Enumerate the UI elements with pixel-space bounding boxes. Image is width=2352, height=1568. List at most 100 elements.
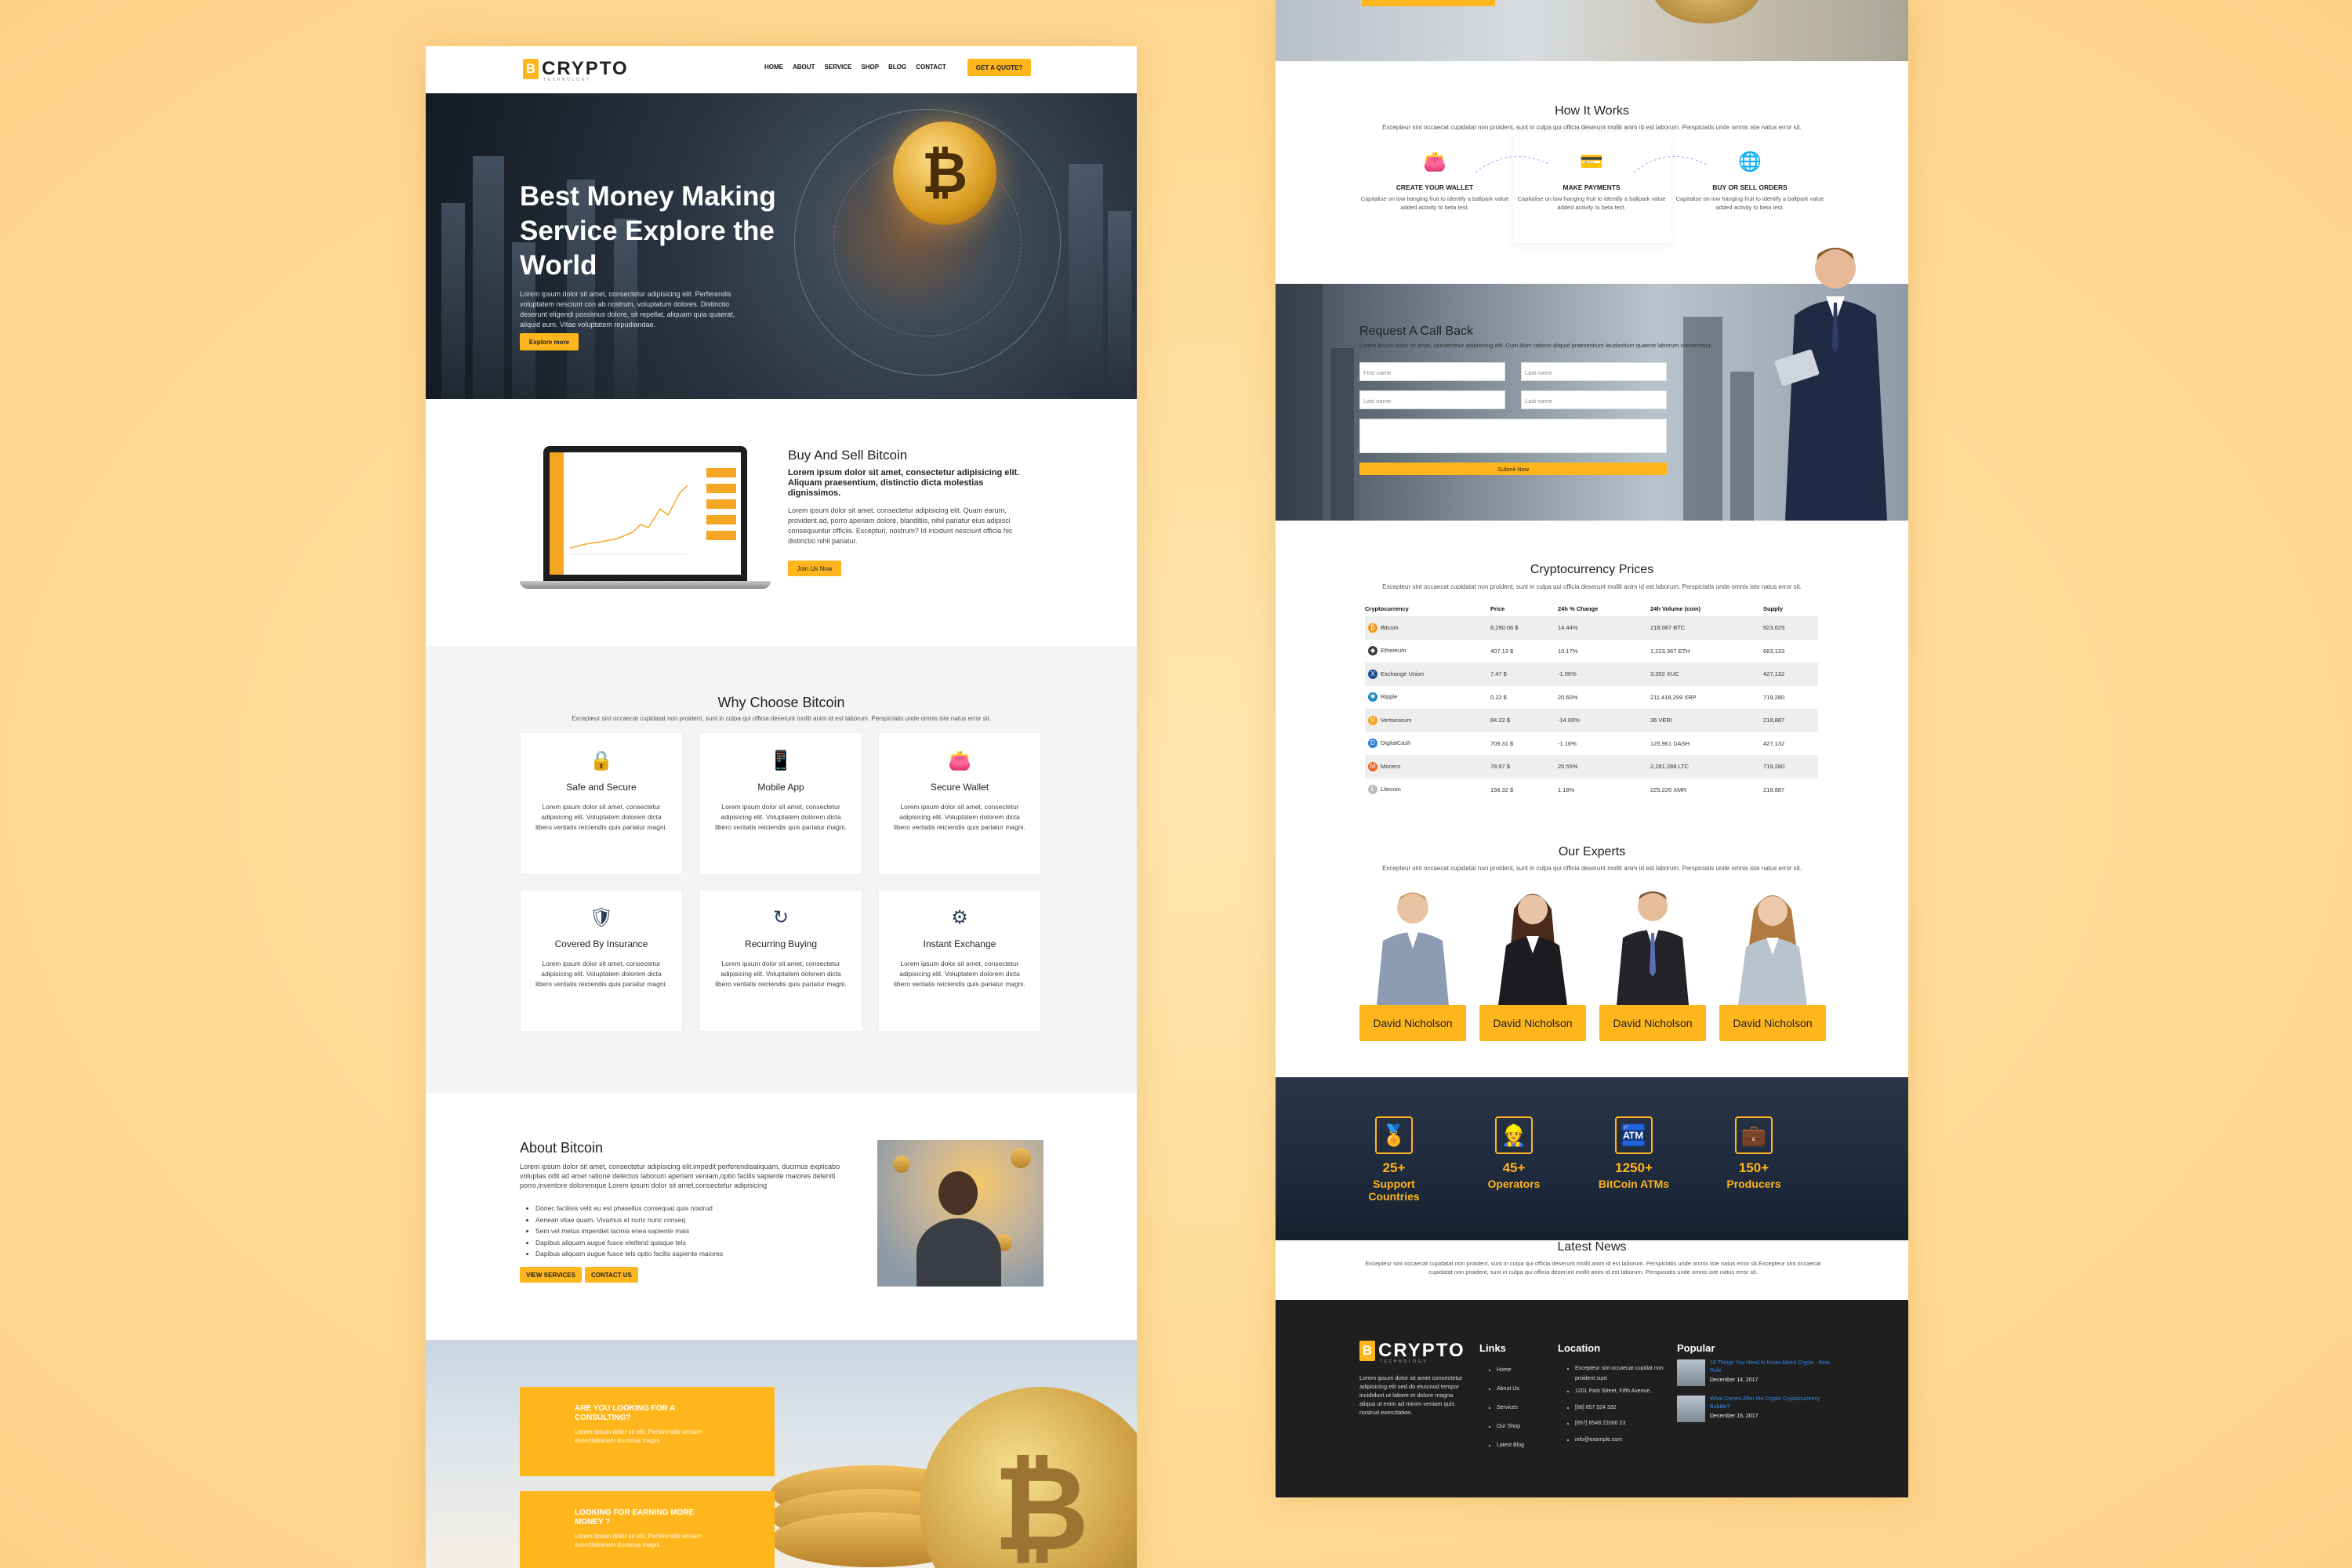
footer-link[interactable]: Our Shop: [1497, 1417, 1524, 1436]
location-email[interactable]: info@example.com: [1575, 1436, 1683, 1446]
price-cell: 407.13 $: [1490, 647, 1514, 655]
how-title: How It Works: [1555, 104, 1629, 118]
prices-subtitle: Excepteur sint occaecat cupidatat non pr…: [1382, 583, 1802, 590]
crypto-price-table: Cryptocurrency Price 24h % Change 24h Vo…: [1365, 601, 1818, 801]
column-header: 24h Volume (coin): [1650, 604, 1701, 612]
coin-name: Bitcoin: [1381, 623, 1399, 631]
explore-more-button[interactable]: Explore more: [520, 333, 579, 350]
last-name-field[interactable]: Last name: [1359, 390, 1505, 409]
coin-name-cell: ₿ Bitcoin: [1365, 616, 1490, 640]
card-text: Lorem ipsum dolor sit amet, consectetur …: [535, 960, 667, 988]
view-services-button[interactable]: VIEW SERVICES: [520, 1267, 582, 1283]
volume-cell: 125,961 DASH: [1650, 739, 1690, 747]
coin-name: Ripple: [1381, 693, 1398, 701]
logo-mark: B: [1359, 1341, 1375, 1361]
consult-card: LOOKING FOR EARNING MORE MONEY ? Lorem i…: [520, 1491, 775, 1568]
list-item: Donec facilisis velit eu est phasellus c…: [535, 1203, 865, 1214]
hero-title: Best Money Making Service Explore the Wo…: [520, 181, 776, 281]
list-item: Dapibus aliquam augue fusce tels optio f…: [535, 1248, 865, 1260]
table-row: X Exchange Union 7.47 $ -1.06% 3,352 XUC 427,…: [1365, 662, 1818, 686]
popular-post[interactable]: What Comes After the Crypto Cryptocurren…: [1677, 1396, 1834, 1422]
last-name-field[interactable]: Last name: [1521, 362, 1667, 381]
contact-us-button[interactable]: CONTACT US: [584, 1267, 638, 1283]
supply-cell: 218,887: [1763, 786, 1785, 793]
nav-link-contact[interactable]: CONTACT: [916, 64, 946, 71]
footer-logo[interactable]: B CRYPTO TECHNOLOGY: [1359, 1341, 1465, 1364]
businessman-photo: [877, 1140, 1044, 1287]
expert-card[interactable]: David Nicholson: [1719, 878, 1826, 1041]
footer: B CRYPTO TECHNOLOGY Lorem ipsum dolor sit…: [1276, 1300, 1908, 1497]
footer-link[interactable]: Home: [1497, 1361, 1524, 1380]
table-row: ₿ Bitcoin 6,290.06 $14.44% 218,087 BTC 923,6…: [1365, 616, 1818, 640]
card-text: Lorem ipsum dolor sit amet, consectetur …: [894, 960, 1025, 988]
nav-link-about[interactable]: ABOUT: [793, 64, 815, 71]
column-header: Price: [1490, 604, 1505, 612]
coin-icon: D: [1368, 739, 1377, 749]
price-cell: 84.22 $: [1490, 709, 1558, 732]
post-thumbnail: [1677, 1359, 1705, 1386]
volume-cell: 2,281,288 LTC: [1650, 755, 1763, 779]
post-thumbnail: [1677, 1396, 1705, 1422]
nav-link-service[interactable]: SERVICE: [824, 64, 851, 71]
coin-name-cell: V Vertseseum: [1365, 709, 1490, 732]
footer-link[interactable]: About Us: [1497, 1380, 1524, 1399]
buy-sell-title: Buy And Sell Bitcoin: [788, 448, 908, 463]
bitcoin-coin-icon: ₿: [893, 122, 996, 225]
post-date: December 14, 2017: [1710, 1377, 1759, 1383]
nav-link-blog[interactable]: BLOG: [888, 64, 906, 71]
post-title[interactable]: 10 Things You Need to Know About Crypto …: [1710, 1359, 1834, 1375]
get-quote-button[interactable]: GET A QUOTE?: [967, 59, 1031, 76]
footer-link[interactable]: Latest Blog: [1497, 1436, 1524, 1455]
footer-link[interactable]: Services: [1497, 1399, 1524, 1417]
supply-cell: 427,132: [1763, 662, 1818, 686]
table-row: M Monero 78.97 $20.55% 2,281,288 LTC 719,280: [1365, 755, 1818, 779]
first-name-field[interactable]: First name: [1359, 362, 1505, 381]
submit-now-button[interactable]: Submit Now: [1359, 463, 1667, 475]
expert-card[interactable]: David Nicholson: [1479, 878, 1586, 1041]
experts-subtitle: Excepteur sint occaecat cupidatat non pr…: [1382, 865, 1802, 872]
buy-sell-text: Lorem ipsum dolor sit amet, consectetur …: [788, 506, 1013, 545]
atm-icon: 🏧: [1615, 1116, 1653, 1154]
stat-label: Operators: [1487, 1178, 1541, 1190]
step-text: Capitalise on low hanging fruit to ident…: [1517, 195, 1666, 211]
hero-banner: ₿ Best Money Making Service Explore the …: [426, 93, 1137, 399]
coin-name-cell: M Monero: [1365, 755, 1490, 779]
expert-name: David Nicholson: [1599, 1005, 1706, 1041]
callback-subtitle: Lorem ipsum dolor sit amet, consectetur …: [1359, 342, 1711, 349]
post-title[interactable]: What Comes After the Crypto Cryptocurren…: [1710, 1396, 1834, 1411]
supply-cell: 427,132: [1763, 739, 1785, 747]
coin-name: Exchange Union: [1381, 670, 1425, 677]
coin-name: Monero: [1381, 762, 1401, 770]
coin-name: Litecoin: [1381, 786, 1401, 793]
column-header: 24h % Change: [1558, 604, 1599, 612]
feature-card: 👛 Secure Wallet Lorem ipsum dolor sit am…: [878, 732, 1041, 875]
volume-cell: 3,352 XUC: [1650, 662, 1763, 686]
nav-menu: HOME ABOUT SERVICE SHOP BLOG CONTACT: [764, 64, 946, 71]
logo[interactable]: B CRYPTO TECHNOLOGY: [523, 59, 629, 82]
stat-number: 1250+: [1615, 1160, 1653, 1175]
experts-title: Our Experts: [1558, 845, 1626, 858]
change-cell: 20.60%: [1558, 693, 1578, 701]
last-name-field[interactable]: Last name: [1521, 390, 1667, 409]
expert-card[interactable]: David Nicholson: [1599, 878, 1706, 1041]
expert-card[interactable]: David Nicholson: [1359, 878, 1466, 1041]
popular-post[interactable]: 10 Things You Need to Know About Crypto …: [1677, 1359, 1834, 1386]
location-line: [657] 6548 22000 23: [1575, 1419, 1683, 1429]
top-image-strip: [1276, 0, 1908, 61]
table-row: Ł Litecoin 156.32 $ 1.18% 225,226 XMR 218,887: [1365, 779, 1818, 802]
nav-link-shop[interactable]: SHOP: [861, 64, 879, 71]
feature-card: ⚙ Instant Exchange Lorem ipsum dolor sit…: [878, 889, 1041, 1032]
consult-text: Lorem ipsum dolor sit elit. Perferendis …: [575, 1428, 702, 1444]
footer-location-title: Location: [1558, 1342, 1601, 1354]
price-cell: 156.32 $: [1490, 786, 1514, 793]
nav-link-home[interactable]: HOME: [764, 64, 783, 71]
step-text: Capitalise on low hanging fruit to ident…: [1675, 195, 1824, 211]
supply-cell: 218,887: [1763, 709, 1818, 732]
how-step: 👛 CREATE YOUR WALLET Capitalise on low h…: [1356, 149, 1513, 212]
coin-name-cell: ◆ Ethereum: [1365, 640, 1490, 663]
join-us-button[interactable]: Join Us Now: [788, 561, 841, 576]
gear-bitcoin-icon: ⚙: [951, 906, 968, 928]
step-text: Capitalise on low hanging fruit to ident…: [1360, 195, 1509, 211]
message-textarea[interactable]: [1359, 419, 1667, 453]
list-item: Dapibus aliquam augue fusce eleifend qui…: [535, 1237, 865, 1249]
